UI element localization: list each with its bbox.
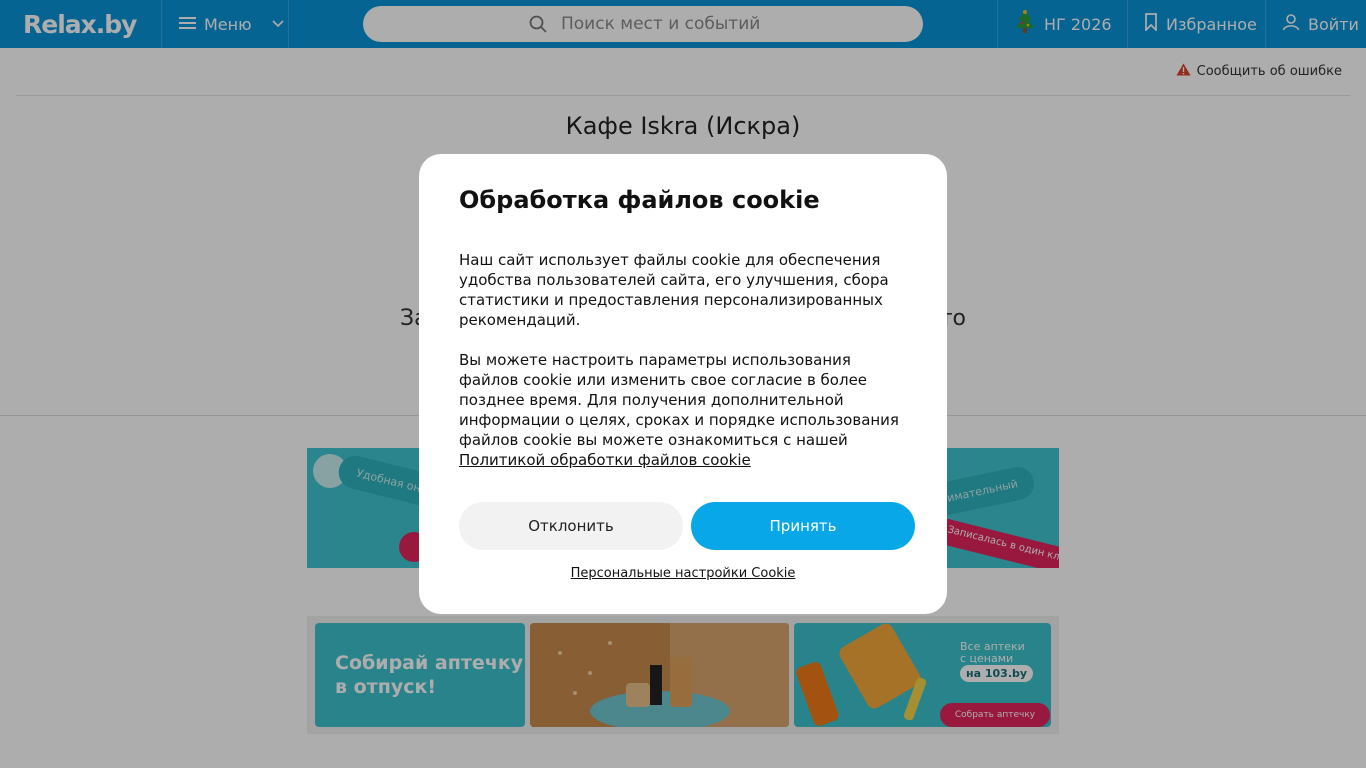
cookie-dialog-text-1: Наш сайт использует файлы cookie для обе… — [459, 251, 889, 329]
cookie-dialog-text-2: Вы можете настроить параметры использова… — [459, 350, 909, 470]
cookie-dialog-title: Обработка файлов cookie — [459, 186, 820, 214]
cookie-dialog-text-2-body: Вы можете настроить параметры использова… — [459, 351, 899, 449]
cookie-policy-link[interactable]: Политикой обработки файлов cookie — [459, 451, 751, 469]
decline-button[interactable]: Отклонить — [459, 502, 683, 550]
accept-button[interactable]: Принять — [691, 502, 915, 550]
cookie-dialog: Обработка файлов cookie Наш сайт использ… — [419, 154, 947, 614]
cookie-settings-link[interactable]: Персональные настройки Cookie — [419, 566, 947, 581]
